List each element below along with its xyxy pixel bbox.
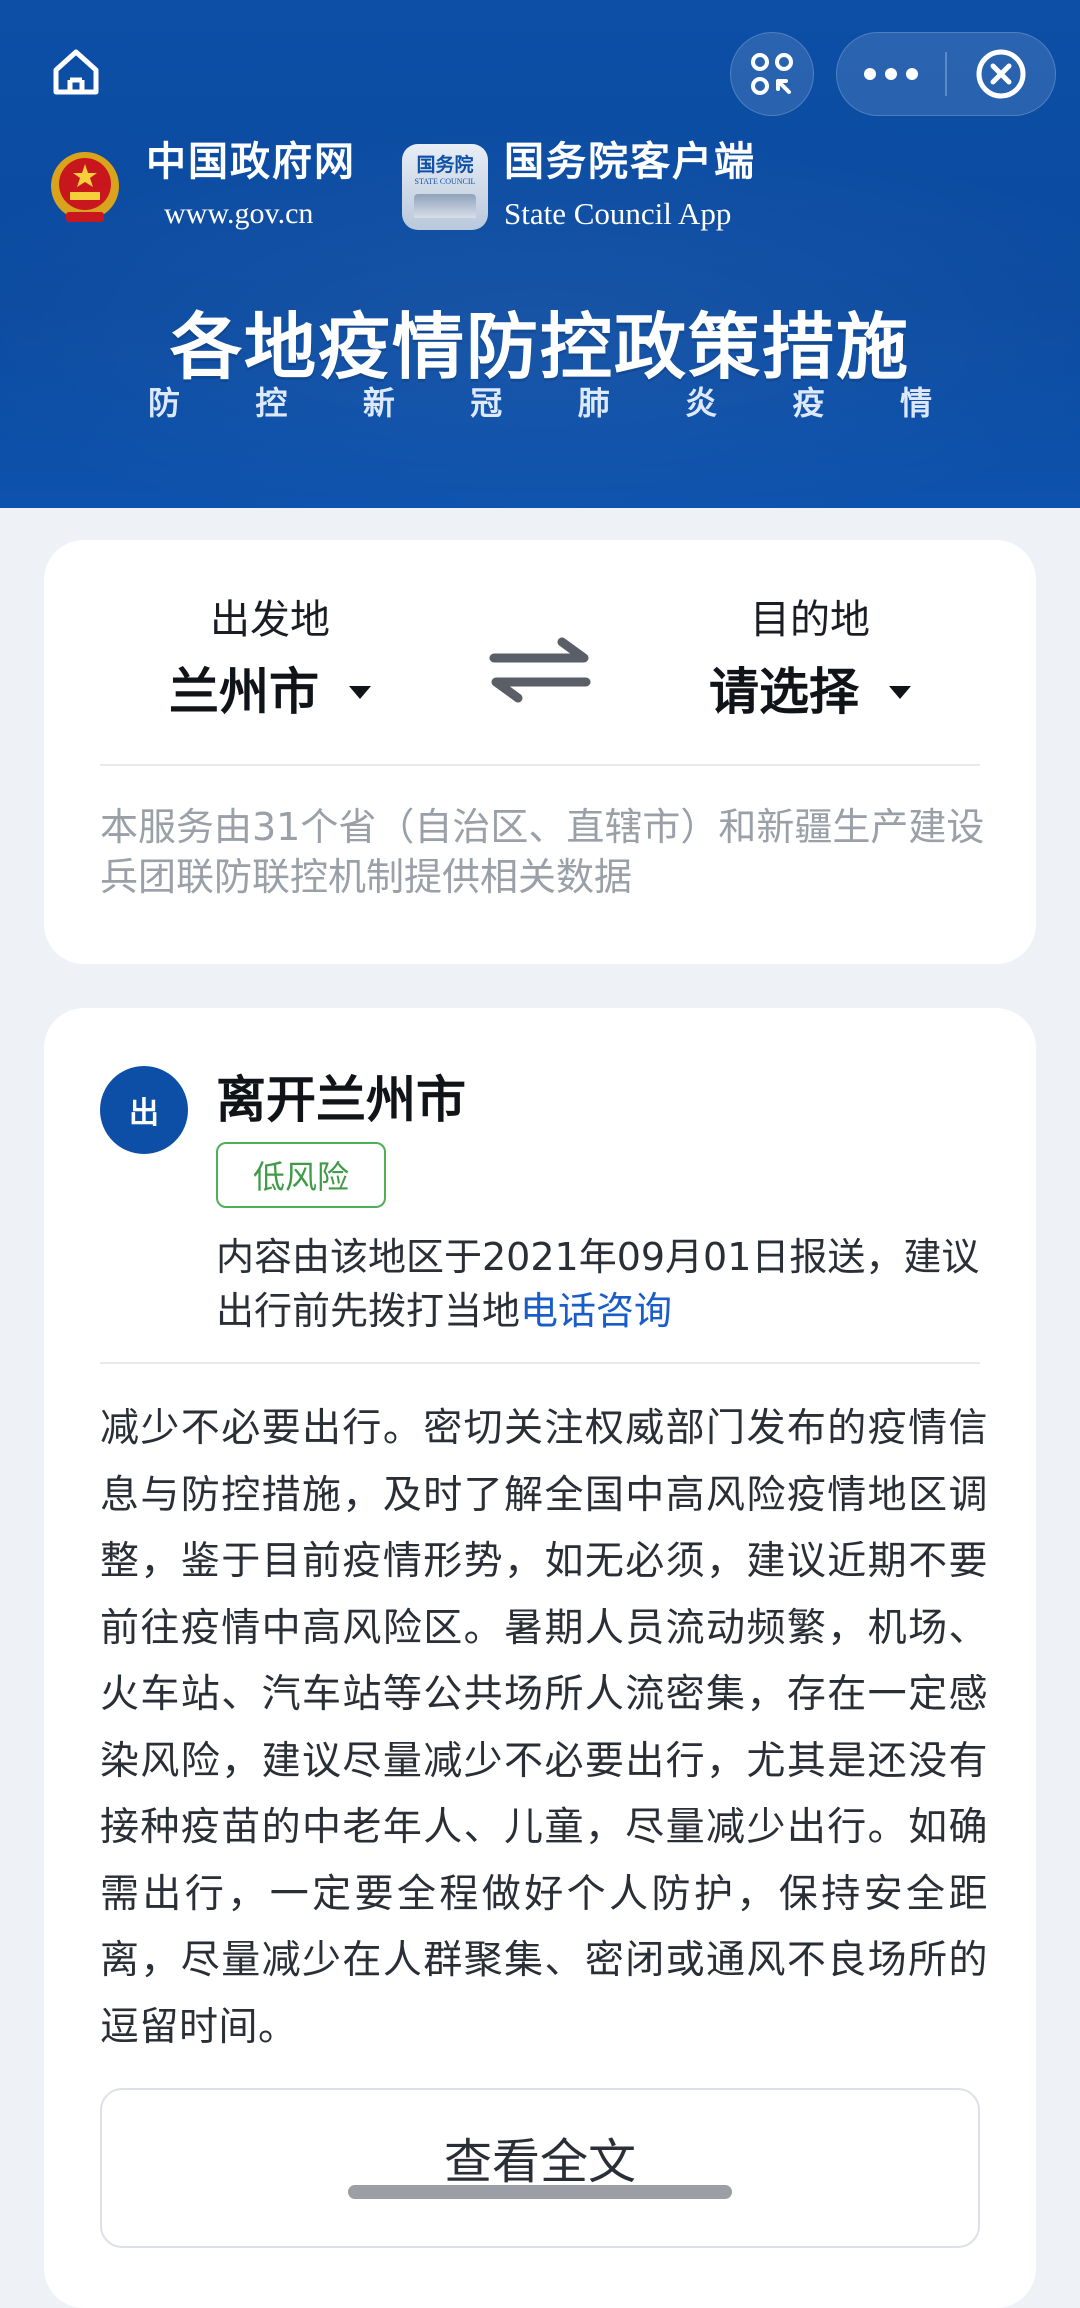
scan-button[interactable] <box>730 32 814 116</box>
route-selector-card: 出发地 兰州市 目的地 请选择 本服务由31个省（自治区、直辖市）和新疆生产建设… <box>44 540 1036 964</box>
destination-city: 请选择 <box>709 663 859 721</box>
divider <box>100 1362 980 1364</box>
risk-level-badge: 低风险 <box>216 1142 386 1208</box>
phone-consult-link[interactable]: 电话咨询 <box>520 1289 672 1333</box>
policy-text: 减少不必要出行。密切关注权威部门发布的疫情信息与防控措施，及时了解全国中高风险疫… <box>100 1406 988 2050</box>
scan-icon <box>751 53 793 95</box>
divider <box>100 764 980 766</box>
national-emblem-icon <box>51 152 119 222</box>
app-logo-text: 国务院 <box>416 154 474 176</box>
departure-label: 出发地 <box>210 597 330 643</box>
leave-title: 离开兰州市 <box>216 1071 466 1129</box>
swap-arrows-icon[interactable] <box>484 630 596 710</box>
gov-site-url: www.gov.cn <box>164 197 314 230</box>
subtitle-char: 防 <box>148 384 181 422</box>
data-source-notice: 本服务由31个省（自治区、直辖市）和新疆生产建设兵团联防联控机制提供相关数据 <box>100 805 985 899</box>
app-name: 国务院客户端 <box>504 139 756 185</box>
departure-value[interactable]: 兰州市 <box>169 660 371 724</box>
caret-down-icon <box>889 685 911 699</box>
departure-badge-icon: 出 <box>100 1066 188 1154</box>
page-subtitle: 防 控 新 冠 肺 炎 疫 情 <box>148 378 932 424</box>
leave-policy-card: 出 离开兰州市 低风险 内容由该地区于2021年09月01日报送，建议出行前先拨… <box>44 1008 1036 2308</box>
subtitle-char: 肺 <box>577 384 610 422</box>
subtitle-char: 情 <box>899 384 932 422</box>
miniapp-capsule <box>836 32 1056 116</box>
report-info: 内容由该地区于2021年09月01日报送，建议出行前先拨打当地电话咨询 <box>216 1230 996 1338</box>
header-banner: 中国政府网 www.gov.cn 国务院 STATE COUNCIL 国务院客户… <box>0 0 1080 508</box>
departure-city: 兰州市 <box>169 663 319 721</box>
subtitle-char: 新 <box>362 384 395 422</box>
home-indicator[interactable] <box>348 2185 732 2199</box>
gov-site-name: 中国政府网 <box>146 139 356 185</box>
app-name-en: State Council App <box>504 196 732 231</box>
departure-badge-text: 出 <box>129 1096 159 1131</box>
view-full-text-button[interactable]: 查看全文 <box>100 2088 980 2248</box>
subtitle-char: 控 <box>255 384 288 422</box>
brand-row: 中国政府网 www.gov.cn 国务院 STATE COUNCIL 国务院客户… <box>48 132 756 242</box>
more-icon <box>864 68 918 80</box>
close-circle-icon <box>976 49 1026 99</box>
departure-selector[interactable]: 出发地 兰州市 <box>100 594 440 724</box>
subtitle-char: 冠 <box>470 384 503 422</box>
state-council-app-logo: 国务院 STATE COUNCIL <box>402 144 488 230</box>
subtitle-char: 炎 <box>685 384 718 422</box>
close-button[interactable] <box>947 33 1055 115</box>
page-title: 各地疫情防控政策措施 <box>169 305 910 389</box>
caret-down-icon <box>349 685 371 699</box>
destination-value[interactable]: 请选择 <box>709 660 911 724</box>
home-icon <box>53 49 99 95</box>
subtitle-char: 疫 <box>792 384 825 422</box>
destination-selector[interactable]: 目的地 请选择 <box>640 594 980 724</box>
more-button[interactable] <box>837 33 945 115</box>
building-icon <box>414 194 476 218</box>
destination-label: 目的地 <box>750 597 870 643</box>
home-button[interactable] <box>44 40 108 104</box>
app-logo-subtext: STATE COUNCIL <box>414 177 476 186</box>
